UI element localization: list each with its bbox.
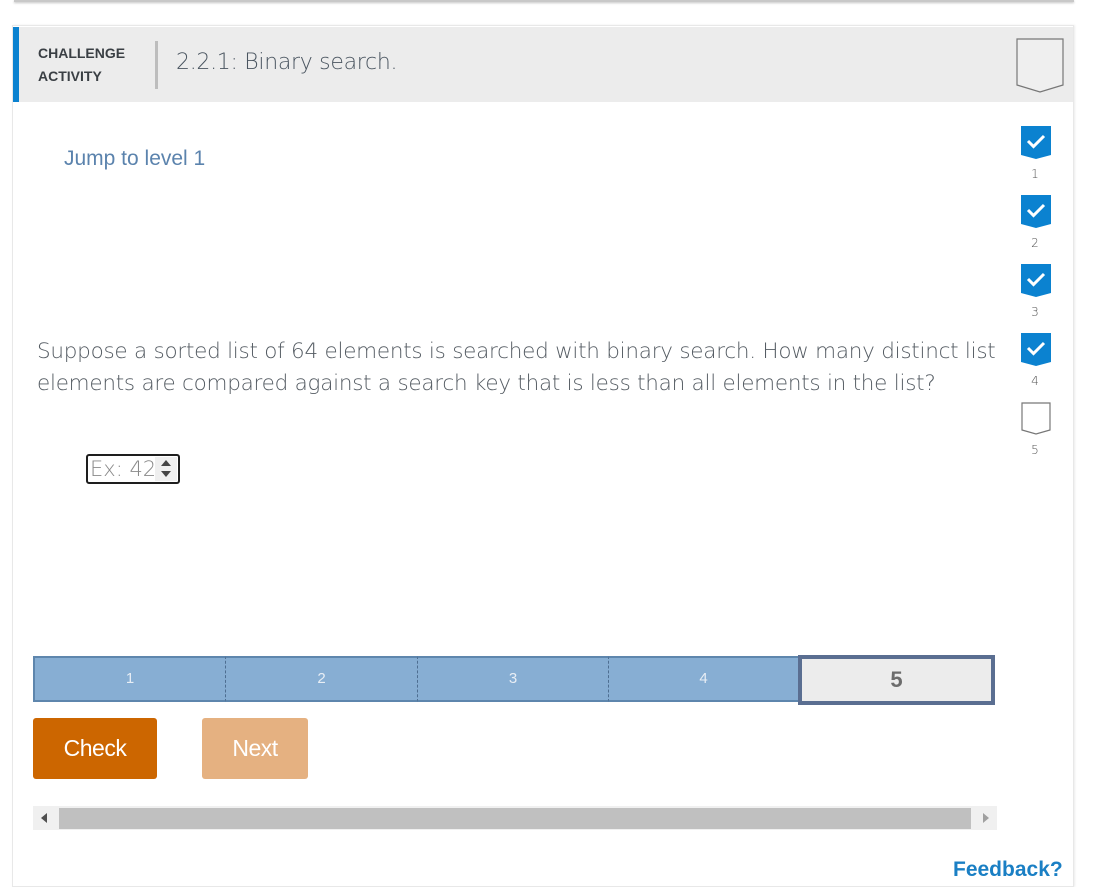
progress-number: 3 [1031, 305, 1039, 319]
next-button[interactable]: Next [202, 718, 308, 779]
check-button[interactable]: Check [33, 718, 157, 779]
feedback-link[interactable]: Feedback? [953, 858, 1063, 882]
progress-number: 2 [1031, 236, 1039, 250]
activity-title: 2.2.1: Binary search. [176, 50, 398, 75]
checkmark-badge-icon [1021, 195, 1051, 228]
number-spinner[interactable] [155, 457, 177, 481]
level-tab-3[interactable]: 3 [417, 656, 608, 702]
progress-item-5[interactable]: 5 [1017, 402, 1055, 471]
level-bar: 1 2 3 4 5 [33, 655, 997, 705]
scroll-right-arrow-icon[interactable] [983, 813, 989, 823]
checkmark-badge-icon [1021, 126, 1051, 159]
header-separator [155, 41, 158, 89]
checkmark-badge-icon [1021, 264, 1051, 297]
question-text: Suppose a sorted list of 64 elements is … [37, 339, 996, 396]
progress-item-3[interactable]: 3 [1017, 264, 1055, 333]
level-tab-1[interactable]: 1 [33, 656, 225, 702]
spin-down-icon[interactable] [161, 471, 171, 477]
top-divider [14, 0, 1074, 2]
scrollbar-thumb[interactable] [59, 808, 971, 829]
progress-number: 4 [1031, 374, 1039, 388]
progress-item-2[interactable]: 2 [1017, 195, 1055, 264]
progress-item-4[interactable]: 4 [1017, 333, 1055, 402]
checkmark-badge-icon [1021, 333, 1051, 366]
challenge-activity-card: CHALLENGE ACTIVITY 2.2.1: Binary search.… [12, 25, 1074, 887]
scroll-left-arrow-icon[interactable] [41, 813, 47, 823]
jump-to-level-link[interactable]: Jump to level 1 [64, 147, 205, 171]
level-tab-5-current[interactable]: 5 [798, 655, 995, 705]
answer-field[interactable] [88, 456, 154, 482]
level-tab-2[interactable]: 2 [225, 656, 417, 702]
horizontal-scrollbar[interactable] [33, 806, 997, 830]
progress-number: 5 [1031, 443, 1039, 457]
spin-up-icon[interactable] [161, 460, 171, 466]
level-tab-4[interactable]: 4 [608, 656, 798, 702]
level-progress-column: 1 2 3 4 5 [1017, 126, 1055, 471]
activity-type-line1: CHALLENGE [38, 45, 126, 61]
progress-number: 1 [1031, 167, 1039, 181]
progress-item-1[interactable]: 1 [1017, 126, 1055, 195]
activity-type-line2: ACTIVITY [38, 68, 102, 84]
empty-badge-icon [1021, 402, 1051, 435]
completion-badge-icon [1016, 38, 1064, 93]
activity-type-label: CHALLENGE ACTIVITY [38, 42, 125, 88]
answer-number-input[interactable] [86, 454, 180, 484]
activity-header: CHALLENGE ACTIVITY 2.2.1: Binary search. [13, 27, 1073, 102]
